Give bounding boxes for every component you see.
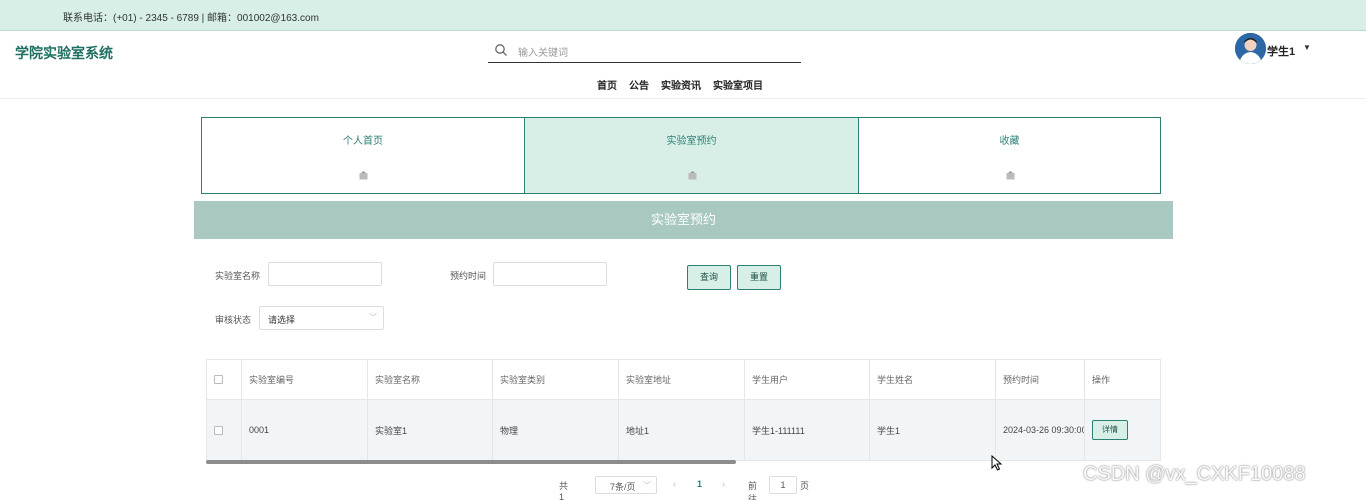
search-icon — [495, 44, 507, 56]
prev-page-icon[interactable]: ‹ — [673, 479, 676, 489]
current-page[interactable]: 1 — [697, 479, 702, 489]
user-avatar[interactable] — [1235, 33, 1266, 64]
status-select-value: 请选择 — [268, 315, 296, 325]
status-label: 审核状态 — [215, 315, 252, 325]
total-count: 共 1 条 — [559, 481, 569, 500]
select-all-cell — [207, 360, 242, 399]
chevron-down-icon: ﹀ — [369, 313, 377, 322]
column-header[interactable]: 实验室类别 — [493, 360, 619, 399]
card-label: 实验室预约 — [666, 136, 717, 147]
goto-suffix: 页 — [800, 481, 810, 491]
header: 学院实验室系统 输入关键词 学生1 ▼ 首页 公告 实验资讯 实验室项目 — [0, 31, 1366, 99]
lab-name-label: 实验室名称 — [215, 271, 261, 281]
broken-image-icon — [688, 171, 696, 180]
broken-image-icon — [1006, 171, 1014, 180]
status-select[interactable]: 请选择 ﹀ — [259, 306, 384, 330]
nav-item-news[interactable]: 实验资讯 — [661, 77, 701, 92]
table-cell: 实验室1 — [368, 400, 493, 460]
table-cell: 学生1 — [870, 400, 996, 460]
column-header[interactable]: 学生用户 — [745, 360, 870, 399]
column-header[interactable]: 预约时间 — [996, 360, 1085, 399]
goto-page-input[interactable]: 1 — [769, 476, 797, 494]
select-all-checkbox[interactable] — [214, 375, 223, 384]
broken-image-icon — [359, 171, 368, 180]
chevron-down-icon: ﹀ — [643, 481, 651, 490]
user-name[interactable]: 学生1 — [1267, 43, 1295, 59]
avatar-icon — [1235, 33, 1266, 64]
watermark-text: CSDN @vx_CXKF10088 — [1083, 463, 1306, 485]
next-page-icon[interactable]: › — [722, 479, 725, 489]
user-menu-cards: 个人首页 实验室预约 收藏 — [201, 117, 1161, 194]
table-cell: 学生1-111111 — [745, 400, 870, 460]
card-reservation[interactable]: 实验室预约 — [525, 118, 859, 193]
nav-item-notice[interactable]: 公告 — [629, 77, 649, 92]
card-favorites[interactable]: 收藏 — [859, 118, 1160, 193]
contact-info: 联系电话：(+01) - 2345 - 6789 | 邮箱：001002@163… — [63, 13, 319, 24]
site-logo[interactable]: 学院实验室系统 — [15, 43, 113, 63]
time-label: 预约时间 — [450, 271, 487, 281]
table-cell: 0001 — [242, 400, 368, 460]
table-cell: 物理 — [493, 400, 619, 460]
card-profile[interactable]: 个人首页 — [202, 118, 525, 193]
horizontal-scrollbar[interactable] — [206, 460, 736, 464]
main-nav: 首页 公告 实验资讯 实验室项目 — [597, 77, 763, 92]
card-label: 收藏 — [999, 136, 1020, 147]
nav-item-projects[interactable]: 实验室项目 — [713, 77, 763, 92]
action-cell: 详情 — [1085, 400, 1160, 460]
detail-button[interactable]: 详情 — [1092, 420, 1128, 440]
time-input[interactable] — [493, 262, 607, 286]
mouse-cursor-icon — [991, 455, 1003, 471]
page-size-value: 7条/页 — [610, 482, 636, 492]
query-button[interactable]: 查询 — [687, 265, 731, 290]
row-checkbox[interactable] — [214, 425, 223, 435]
page-size-select[interactable]: 7条/页 ﹀ — [595, 476, 657, 494]
nav-item-home[interactable]: 首页 — [597, 77, 617, 92]
column-header: 操作 — [1092, 375, 1111, 385]
lab-name-input[interactable] — [268, 262, 382, 286]
column-header[interactable]: 学生姓名 — [870, 360, 996, 399]
reservation-table: 实验室编号 实验室名称 实验室类别 实验室地址 学生用户 学生姓名 预约时间 操… — [206, 359, 1161, 461]
table-cell: 2024-03-26 09:30:00 — [996, 400, 1085, 460]
column-header[interactable]: 实验室名称 — [368, 360, 493, 399]
table-header: 实验室编号 实验室名称 实验室类别 实验室地址 学生用户 学生姓名 预约时间 操… — [207, 360, 1160, 400]
search-input[interactable]: 输入关键词 — [518, 44, 568, 59]
table-row[interactable]: 0001 实验室1 物理 地址1 学生1-111111 学生1 2024-03-… — [207, 400, 1160, 460]
column-header[interactable]: 实验室地址 — [619, 360, 745, 399]
contact-bar: 联系电话：(+01) - 2345 - 6789 | 邮箱：001002@163… — [0, 0, 1366, 31]
chevron-down-icon[interactable]: ▼ — [1303, 43, 1311, 52]
search-box[interactable]: 输入关键词 — [488, 39, 801, 63]
reset-button[interactable]: 重置 — [737, 265, 781, 290]
table-cell: 地址1 — [619, 400, 745, 460]
card-label: 个人首页 — [343, 136, 383, 147]
row-select-cell — [207, 400, 242, 460]
page-title: 实验室预约 — [194, 201, 1173, 239]
goto-prefix: 前往 — [748, 481, 758, 500]
column-header[interactable]: 实验室编号 — [242, 360, 368, 399]
